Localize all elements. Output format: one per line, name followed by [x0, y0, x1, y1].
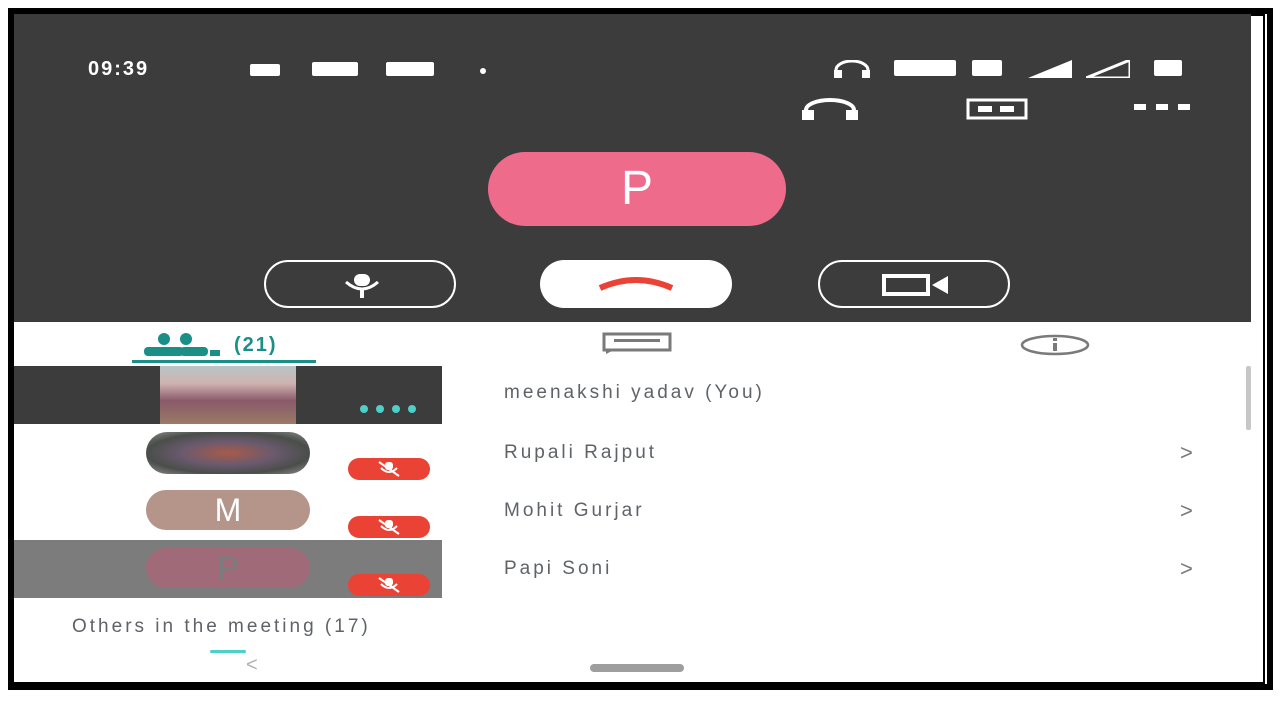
- network-4g-icon: [972, 60, 1002, 76]
- video-camera-icon: [882, 274, 948, 296]
- muted-indicator: [348, 574, 430, 596]
- volte-icon: [894, 60, 956, 76]
- back-nav-icon[interactable]: <: [246, 654, 258, 677]
- participant-name: meenakshi yadav (You): [504, 382, 765, 403]
- muted-indicator: [348, 458, 430, 480]
- mic-off-icon: [378, 461, 400, 477]
- microphone-icon: [345, 274, 379, 298]
- tab-people[interactable]: (21): [132, 328, 312, 358]
- participant-avatar-photo: [146, 432, 310, 474]
- list-scrollbar[interactable]: [1246, 366, 1251, 430]
- dot-notification-icon: [480, 68, 486, 74]
- people-count: (21): [234, 334, 278, 356]
- info-tab-icon[interactable]: [1020, 334, 1090, 356]
- participant-name: Papi Soni: [504, 558, 613, 579]
- audio-output-icon[interactable]: [800, 98, 860, 120]
- active-tab-indicator: [132, 360, 316, 363]
- self-video-tile: [14, 366, 442, 424]
- microphone-button[interactable]: [264, 260, 456, 308]
- call-area: 09:39 P: [14, 14, 1251, 322]
- hangup-icon: [598, 277, 674, 291]
- more-options-icon[interactable]: [1134, 102, 1192, 112]
- section-indicator: [210, 650, 246, 653]
- participant-avatar-letter: M: [146, 490, 310, 530]
- chat-tab-icon[interactable]: [602, 332, 672, 354]
- home-gesture-bar[interactable]: [590, 664, 684, 672]
- headphone-status-icon: [834, 60, 870, 78]
- participant-row-selected[interactable]: P Papi Soni >: [14, 540, 1251, 598]
- participant-chevron-icon[interactable]: >: [1180, 498, 1193, 524]
- gallery-notification-icon: [250, 64, 280, 76]
- status-time: 09:39: [88, 58, 150, 80]
- participant-chevron-icon[interactable]: >: [1180, 556, 1193, 582]
- participant-row[interactable]: M Mohit Gurjar >: [14, 482, 1251, 540]
- signal-icon-1: [1028, 60, 1072, 78]
- video-options-icon[interactable]: [358, 404, 418, 414]
- muted-indicator: [348, 516, 430, 538]
- mic-off-icon: [378, 577, 400, 593]
- battery-icon: [1154, 60, 1182, 76]
- people-icon: [144, 333, 220, 356]
- tab-bar: (21): [14, 322, 1251, 364]
- mic-off-icon: [378, 519, 400, 535]
- main-avatar: P: [488, 152, 786, 226]
- signal-icon-2: [1086, 60, 1130, 78]
- participant-name: Rupali Rajput: [504, 442, 658, 463]
- participant-name: Mohit Gurjar: [504, 500, 645, 521]
- hangup-button[interactable]: [540, 260, 732, 308]
- camera-button[interactable]: [818, 260, 1010, 308]
- participant-row-self[interactable]: meenakshi yadav (You): [14, 366, 1251, 424]
- participant-avatar-letter: P: [146, 548, 310, 588]
- self-video-thumbnail: [160, 366, 296, 424]
- participant-chevron-icon[interactable]: >: [1180, 440, 1193, 466]
- video-notification-icon: [312, 62, 358, 76]
- meet-screen: 09:39 P (21) meenakshi yadav (You) Rupal…: [14, 14, 1251, 682]
- youtube-notification-icon: [386, 62, 434, 76]
- participant-row[interactable]: Rupali Rajput >: [14, 424, 1251, 482]
- others-section-title: Others in the meeting (17): [72, 616, 371, 637]
- captions-icon[interactable]: [966, 98, 1028, 120]
